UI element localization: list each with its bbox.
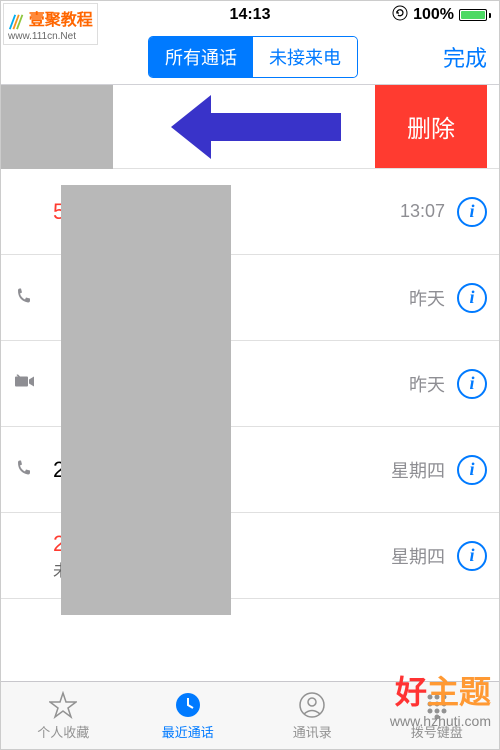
- info-icon[interactable]: i: [457, 197, 487, 227]
- swipe-arrow-icon: [171, 95, 341, 159]
- rotation-lock-icon: [392, 5, 408, 26]
- delete-button[interactable]: 删除: [375, 85, 487, 168]
- tab-contacts[interactable]: 通讯录: [250, 682, 375, 749]
- tab-favorites[interactable]: 个人收藏: [1, 682, 126, 749]
- facetime-icon: [15, 374, 35, 393]
- info-icon[interactable]: i: [457, 283, 487, 313]
- outgoing-call-icon: [15, 285, 35, 310]
- info-icon[interactable]: i: [457, 455, 487, 485]
- tab-missed-calls[interactable]: 未接来电: [253, 37, 357, 77]
- call-time: 星期四: [391, 543, 445, 569]
- call-time: 昨天: [409, 371, 445, 397]
- call-row-swiped[interactable]: (3) 删除: [1, 85, 499, 169]
- info-icon[interactable]: i: [457, 541, 487, 571]
- watermark-bottom-right: 好主题 www.hzhuti.com: [390, 667, 491, 729]
- status-time: 14:13: [230, 6, 271, 24]
- battery-icon: [459, 9, 491, 21]
- clock-icon: [173, 690, 203, 720]
- redaction-block: [61, 185, 231, 615]
- star-icon: [48, 690, 78, 720]
- watermark-top-left: 壹聚教程 www.111cn.Net: [3, 3, 98, 45]
- done-button[interactable]: 完成: [443, 41, 487, 73]
- tab-all-calls[interactable]: 所有通话: [149, 37, 253, 77]
- segmented-control: 所有通话 未接来电: [148, 36, 358, 78]
- outgoing-call-icon: [15, 457, 35, 482]
- call-time: 13:07: [400, 201, 445, 222]
- info-icon[interactable]: i: [457, 369, 487, 399]
- battery-percent: 100%: [413, 6, 454, 24]
- call-time: 星期四: [391, 457, 445, 483]
- tab-recents[interactable]: 最近通话: [126, 682, 251, 749]
- contact-icon: [297, 690, 327, 720]
- call-time: 昨天: [409, 285, 445, 311]
